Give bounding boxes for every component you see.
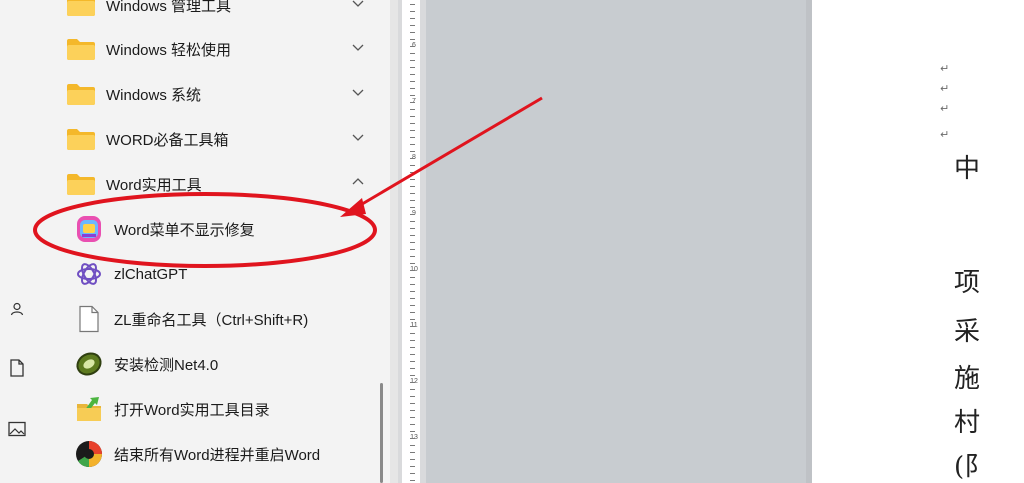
highlight-ellipse [33,192,377,268]
annotation-overlay [33,96,543,268]
pointer-arrow [351,96,543,212]
